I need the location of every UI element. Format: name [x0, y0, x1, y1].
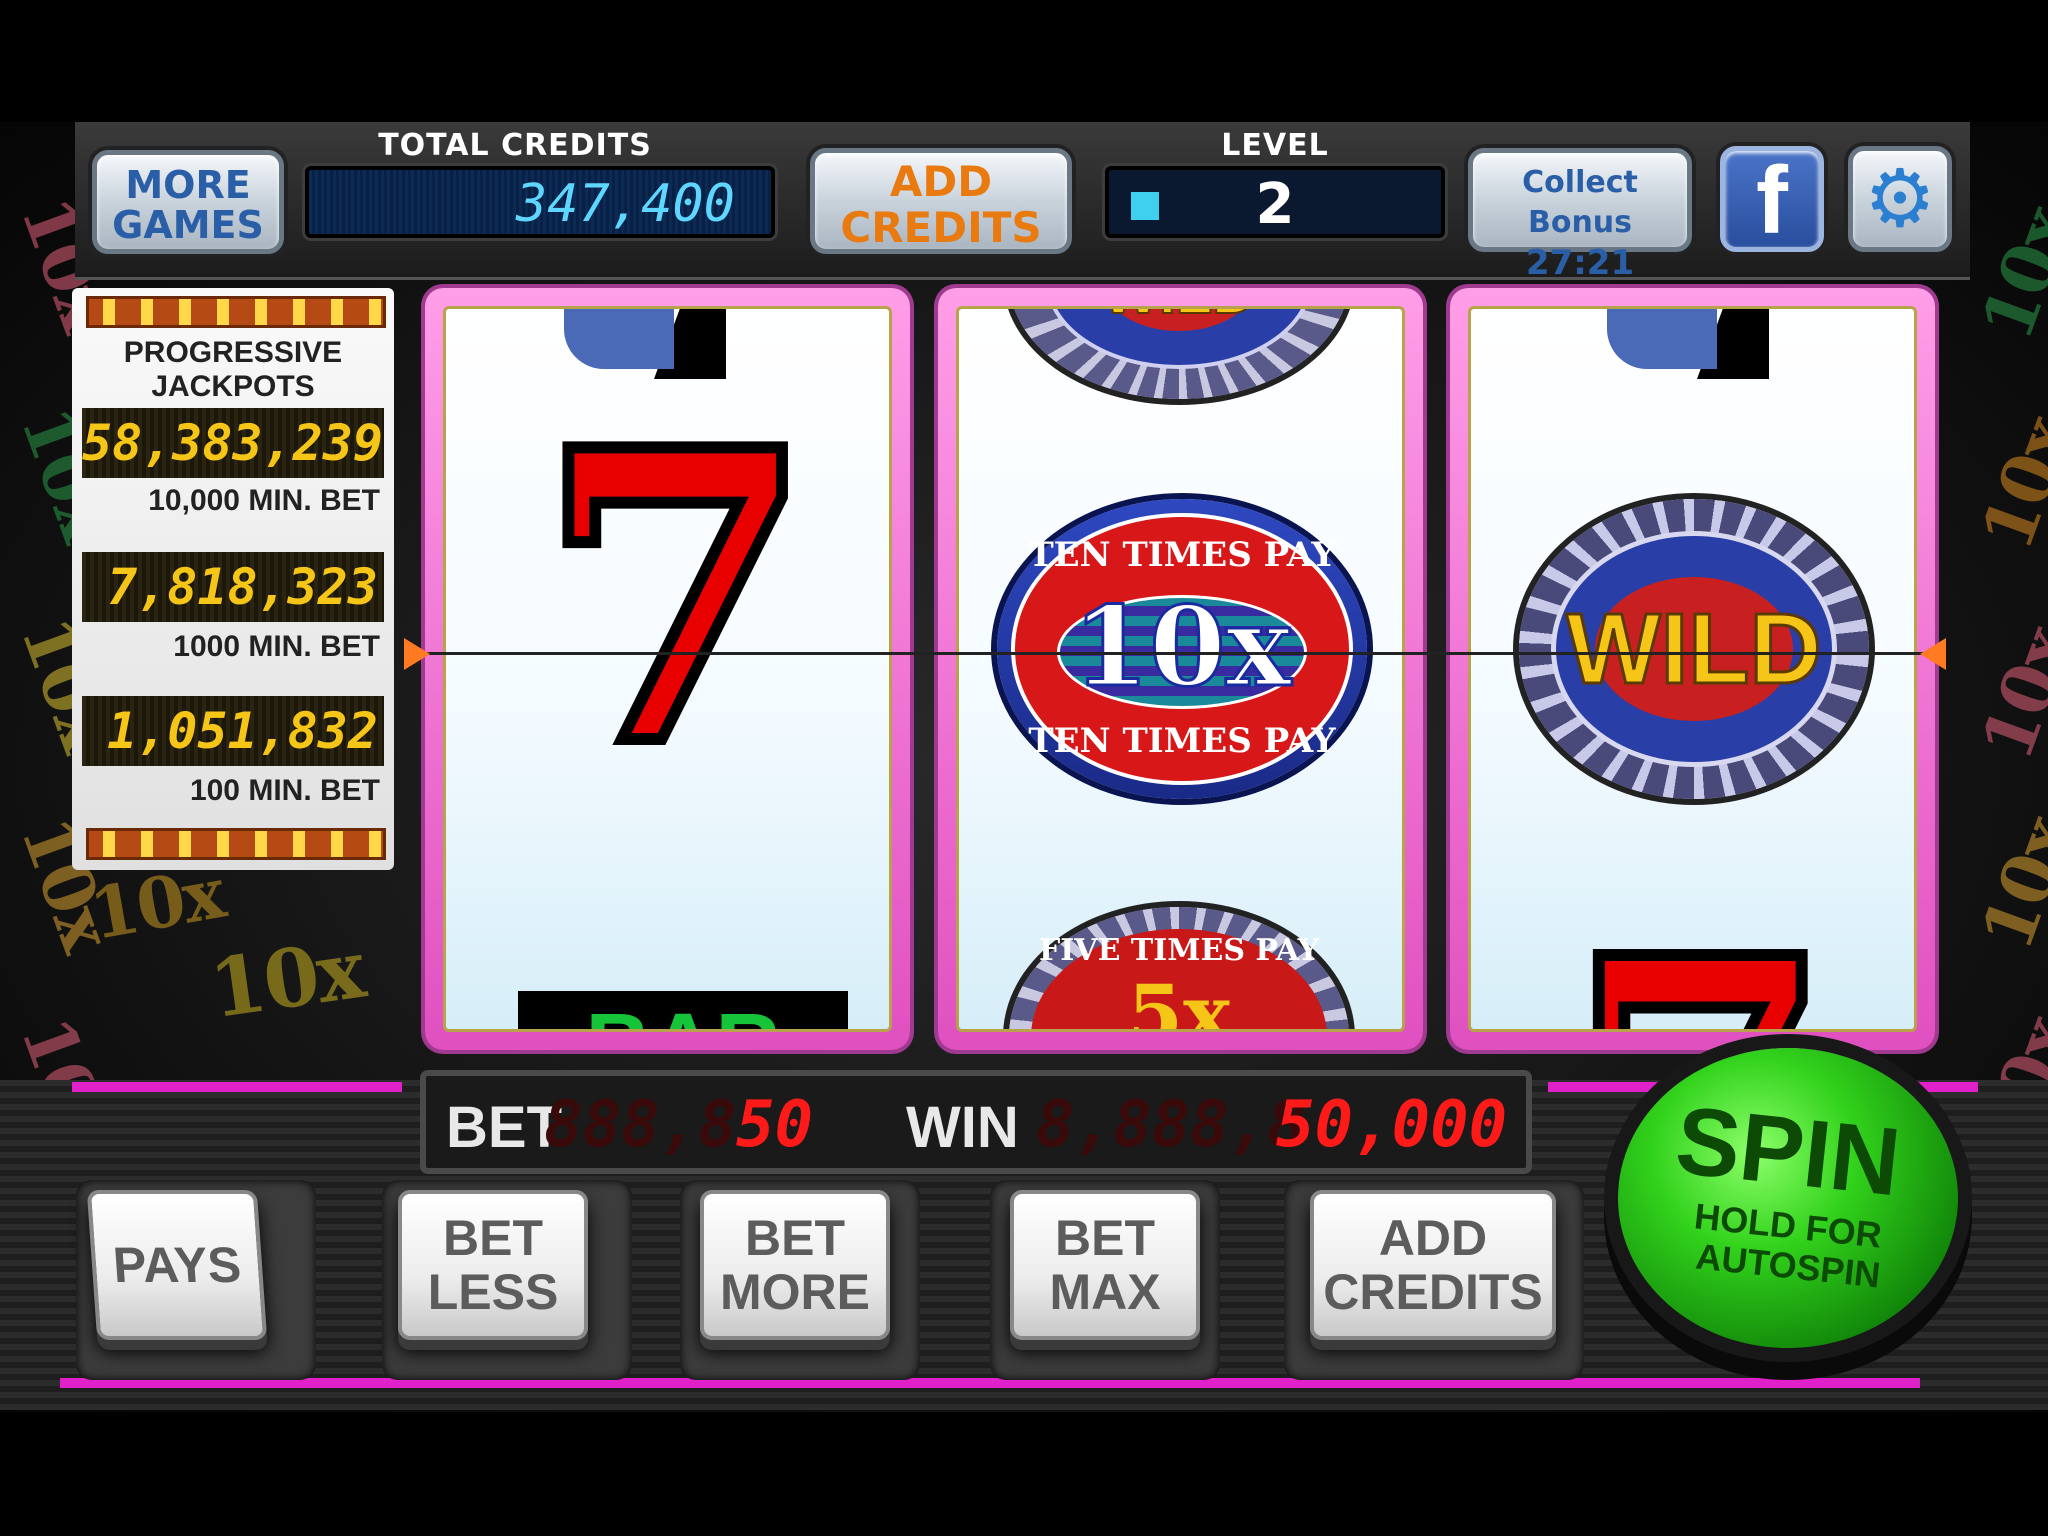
- bet-value: 50: [736, 1088, 814, 1162]
- reel-1-window: 7 BAR: [443, 306, 892, 1032]
- jackpot-min-bet: 1000 MIN. BET: [173, 630, 380, 663]
- level-label: LEVEL: [1221, 128, 1329, 163]
- pays-button[interactable]: PAYS: [86, 1190, 268, 1340]
- pays-button-label: PAYS: [111, 1237, 243, 1293]
- add-credits-bottom-button[interactable]: ADD CREDITS: [1310, 1190, 1556, 1340]
- bet-max-line1: BET: [1055, 1210, 1155, 1266]
- progressive-jackpots-panel: PROGRESSIVE JACKPOTS 58,383,239 10,000 M…: [72, 288, 394, 870]
- bg-10x-text: 10x: [1964, 196, 2048, 351]
- reel-1: 7 BAR: [425, 288, 910, 1050]
- payline: [418, 652, 1938, 655]
- more-games-label-line1: MORE: [125, 163, 251, 207]
- jackpot-amount: 58,383,239: [82, 408, 384, 478]
- facebook-button[interactable]: f: [1720, 146, 1824, 252]
- payline-left-marker: [404, 638, 430, 670]
- seven-symbol: 7: [531, 364, 821, 834]
- bet-more-line1: BET: [745, 1210, 845, 1266]
- bg-10x-text: 10x: [1964, 616, 2048, 771]
- reel-2: WILD TEN TIMES PAY 10x TEN TIMES PAY FIV…: [938, 288, 1423, 1050]
- win-ghost-digits: 8,888,8: [1036, 1088, 1306, 1162]
- ten-times-pay-bottom-text: TEN TIMES PAY: [1028, 721, 1336, 761]
- add-credits-top-line1: ADD: [889, 157, 993, 206]
- jackpot-min-bet: 10,000 MIN. BET: [148, 484, 380, 517]
- spin-button[interactable]: SPIN HOLD FOR AUTOSPIN: [1618, 1048, 1958, 1348]
- collect-bonus-label: Collect Bonus: [1522, 165, 1638, 240]
- jackpot-min-bet: 100 MIN. BET: [189, 774, 380, 807]
- wild-chip-partial-center: WILD: [1045, 309, 1313, 369]
- level-display: 2: [1105, 166, 1445, 238]
- bet-less-button[interactable]: BET LESS: [398, 1190, 588, 1340]
- win-value: 50,000: [1276, 1088, 1508, 1162]
- gear-icon: ⚙: [1864, 152, 1936, 245]
- total-credits-display: 347,400: [305, 166, 775, 238]
- bg-10x-text: 10x: [1964, 806, 2048, 961]
- total-credits-label: TOTAL CREDITS: [378, 128, 652, 163]
- bet-more-button[interactable]: BET MORE: [700, 1190, 890, 1340]
- ten-times-pay-symbol: TEN TIMES PAY 10x TEN TIMES PAY: [997, 499, 1367, 799]
- win-label: WIN: [906, 1095, 1019, 1160]
- bet-less-line1: BET: [443, 1210, 543, 1266]
- bar-symbol-text: BAR: [586, 996, 781, 1029]
- seven-symbol-partial-fill: [1607, 309, 1717, 369]
- reel-3: WILD 7: [1450, 288, 1935, 1050]
- deck-trim: [72, 1082, 402, 1092]
- marquee-lights-bottom: [86, 828, 386, 860]
- bet-max-line2: MAX: [1049, 1264, 1161, 1320]
- more-games-button[interactable]: MORE GAMES: [92, 150, 284, 254]
- more-games-label-line2: GAMES: [112, 203, 264, 247]
- marquee-lights-top: [86, 296, 386, 328]
- add-credits-bottom-line1: ADD: [1378, 1210, 1488, 1266]
- jackpots-title: PROGRESSIVE JACKPOTS: [123, 336, 343, 403]
- wild-symbol: WILD: [1519, 499, 1869, 799]
- bet-less-line2: LESS: [427, 1264, 559, 1320]
- seven-symbol-partial-fill: [564, 309, 674, 369]
- seven-symbol-partial-bottom: 7: [1531, 903, 1871, 1030]
- total-credits-value: 347,400: [515, 174, 735, 234]
- jackpot-amount: 1,051,832: [82, 696, 384, 766]
- five-x-text: 5x: [1127, 967, 1231, 1032]
- bg-10x-text: 10x: [204, 921, 369, 1037]
- bar-symbol: BAR: [518, 991, 848, 1029]
- payline-right-marker: [1920, 638, 1946, 670]
- collect-bonus-timer: 27:21: [1525, 243, 1635, 283]
- bg-10x-text: 10x: [1964, 406, 2048, 561]
- wild-text: WILD: [1565, 592, 1823, 707]
- ten-x-text: 10x: [1071, 582, 1293, 711]
- add-credits-bottom-line2: CREDITS: [1323, 1264, 1543, 1320]
- wild-text-partial: WILD: [1101, 309, 1256, 327]
- bet-win-display: BET 888,8 50 WIN 8,888,8 50,000: [420, 1070, 1532, 1174]
- reel-3-window: WILD 7: [1468, 306, 1917, 1032]
- facebook-icon: f: [1756, 147, 1788, 254]
- reel-2-window: WILD TEN TIMES PAY 10x TEN TIMES PAY FIV…: [956, 306, 1405, 1032]
- level-value: 2: [1255, 172, 1295, 237]
- bet-ghost-digits: 888,8: [544, 1088, 737, 1162]
- bet-more-line2: MORE: [720, 1264, 870, 1320]
- bet-max-button[interactable]: BET MAX: [1010, 1190, 1200, 1340]
- five-times-pay-symbol-partial: FIVE TIMES PAY 5x: [1009, 907, 1349, 1032]
- five-times-pay-text: FIVE TIMES PAY: [1038, 933, 1320, 968]
- add-credits-top-line2: CREDITS: [840, 203, 1042, 252]
- add-credits-top-button[interactable]: ADD CREDITS: [810, 148, 1072, 254]
- collect-bonus-button[interactable]: Collect Bonus 27:21: [1468, 148, 1692, 283]
- jackpot-amount: 7,818,323: [82, 552, 384, 622]
- wild-chip-partial: WILD: [1009, 309, 1349, 399]
- deck-trim: [60, 1378, 1920, 1388]
- settings-button[interactable]: ⚙: [1848, 146, 1952, 252]
- ten-times-pay-top-text: TEN TIMES PAY: [1028, 535, 1336, 575]
